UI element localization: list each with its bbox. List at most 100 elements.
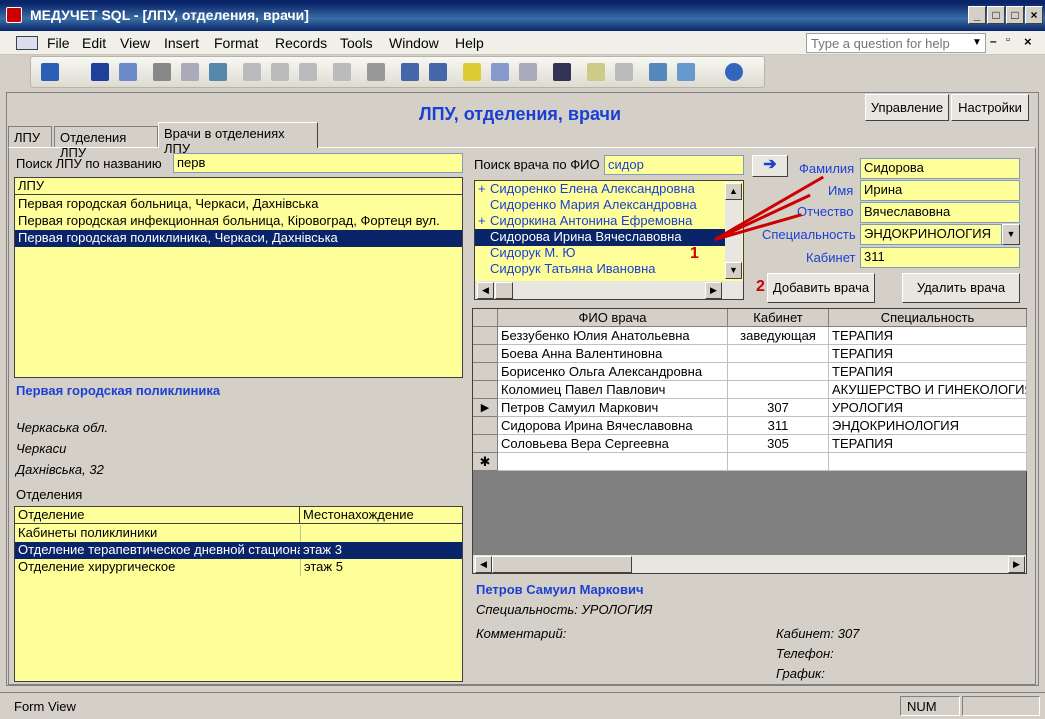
chevron-down-icon[interactable]: ▼: [972, 37, 982, 48]
menu-edit[interactable]: Edit: [82, 35, 106, 51]
app-icon[interactable]: [6, 7, 22, 23]
row-selector[interactable]: [473, 435, 498, 453]
undo-icon[interactable]: [333, 63, 351, 81]
patronymic-field[interactable]: Вячеславовна: [860, 202, 1020, 223]
table-cell-cabinet[interactable]: 311: [728, 417, 829, 435]
menu-insert[interactable]: Insert: [164, 35, 199, 51]
scroll-down-button[interactable]: ▼: [725, 262, 742, 279]
row-selector[interactable]: [473, 381, 498, 399]
paste-icon[interactable]: [299, 63, 317, 81]
table-row[interactable]: Соловьева Вера Сергеевна: [498, 435, 728, 453]
table-row[interactable]: Петров Самуил Маркович: [498, 399, 728, 417]
table-row-new[interactable]: [498, 453, 728, 471]
departments-col-location[interactable]: Местонахождение: [300, 507, 462, 524]
table-cell-cabinet[interactable]: [728, 381, 829, 399]
table-cell-specialty[interactable]: [829, 453, 1027, 471]
apply-filter-icon[interactable]: [519, 63, 537, 81]
filter-by-form-icon[interactable]: [491, 63, 509, 81]
name-field[interactable]: Ирина: [860, 180, 1020, 201]
current-record-icon[interactable]: ▶: [473, 399, 498, 417]
row-selector[interactable]: [473, 345, 498, 363]
search-db-icon[interactable]: [119, 63, 137, 81]
list-item[interactable]: Кабинеты поликлиники: [15, 525, 300, 542]
help-icon[interactable]: [725, 63, 743, 81]
row-selector[interactable]: [473, 363, 498, 381]
list-item[interactable]: Первая городская поликлиника, Черкаси, Д…: [15, 230, 462, 247]
table-cell-cabinet[interactable]: [728, 453, 829, 471]
row-selector[interactable]: [473, 327, 498, 345]
hyperlink-icon[interactable]: [367, 63, 385, 81]
menu-window[interactable]: Window: [389, 35, 439, 51]
properties-icon[interactable]: [649, 63, 667, 81]
lpu-search-input[interactable]: перв: [173, 153, 463, 173]
new-record-icon[interactable]: ✱: [473, 453, 498, 471]
arrow-right-icon[interactable]: ➔: [752, 155, 788, 177]
minimize-button[interactable]: _: [968, 6, 986, 24]
copy-icon[interactable]: [271, 63, 289, 81]
form-icon[interactable]: [16, 36, 38, 50]
list-item-location[interactable]: этаж 5: [300, 559, 462, 576]
cabinet-field[interactable]: 311: [860, 247, 1020, 268]
scroll-left-button[interactable]: ◀: [477, 282, 494, 299]
list-item[interactable]: + Сидоркина Антонина Ефремовна: [475, 213, 725, 230]
specialty-select[interactable]: ЭНДОКРИНОЛОГИЯ: [860, 224, 1002, 245]
table-row[interactable]: Сидорова Ирина Вячеславовна: [498, 417, 728, 435]
list-item[interactable]: Первая городская больница, Черкаси, Дахн…: [15, 196, 462, 213]
close-button[interactable]: ×: [1025, 6, 1043, 24]
scroll-thumb[interactable]: [495, 282, 513, 299]
table-cell-specialty[interactable]: ТЕРАПИЯ: [829, 435, 1027, 453]
sort-ascending-icon[interactable]: [401, 63, 419, 81]
new-object-icon[interactable]: [677, 63, 695, 81]
find-icon[interactable]: [553, 63, 571, 81]
doctor-search-input[interactable]: сидор: [604, 155, 744, 175]
list-item-location[interactable]: этаж 3: [300, 542, 462, 559]
table-cell-cabinet[interactable]: заведующая: [728, 327, 829, 345]
menu-tools[interactable]: Tools: [340, 35, 373, 51]
list-item[interactable]: Сидоренко Мария Александровна: [475, 197, 725, 214]
table-row[interactable]: Боева Анна Валентиновна: [498, 345, 728, 363]
lpu-list[interactable]: ЛПУ Первая городская больница, Черкаси, …: [14, 177, 463, 378]
table-cell-specialty[interactable]: АКУШЕРСТВО И ГИНЕКОЛОГИЯ: [829, 381, 1027, 399]
filter-by-selection-icon[interactable]: [463, 63, 481, 81]
list-item-location[interactable]: [300, 525, 462, 542]
row-selector[interactable]: [473, 417, 498, 435]
save-icon[interactable]: [91, 63, 109, 81]
help-search-input[interactable]: [806, 33, 986, 53]
add-doctor-button[interactable]: Добавить врача: [767, 273, 875, 303]
view-icon[interactable]: [41, 63, 59, 81]
departments-list[interactable]: Отделение Местонахождение Кабинеты полик…: [14, 506, 463, 682]
doc-minimize-icon[interactable]: –: [990, 34, 997, 48]
tab-lpu[interactable]: ЛПУ: [8, 126, 52, 148]
table-cell-specialty[interactable]: ТЕРАПИЯ: [829, 363, 1027, 381]
table-cell-cabinet[interactable]: [728, 363, 829, 381]
menu-help[interactable]: Help: [455, 35, 484, 51]
scroll-right-button[interactable]: ▶: [705, 282, 722, 299]
table-row[interactable]: Борисенко Ольга Александровна: [498, 363, 728, 381]
new-record-icon[interactable]: [587, 63, 605, 81]
grid-corner[interactable]: [473, 309, 498, 327]
table-cell-specialty[interactable]: ТЕРАПИЯ: [829, 345, 1027, 363]
maximize-button[interactable]: □: [1006, 6, 1024, 24]
table-cell-specialty[interactable]: ТЕРАПИЯ: [829, 327, 1027, 345]
list-item[interactable]: Отделение хирургическое: [15, 559, 300, 576]
h-scrollbar[interactable]: [475, 281, 743, 299]
print-preview-icon[interactable]: [181, 63, 199, 81]
doctors-grid[interactable]: ФИО врача Кабинет Специальность Беззубен…: [472, 308, 1027, 574]
sort-descending-icon[interactable]: [429, 63, 447, 81]
restore-button[interactable]: □: [987, 6, 1005, 24]
grid-col-fio[interactable]: ФИО врача: [498, 309, 728, 327]
table-row[interactable]: Коломиец Павел Павлович: [498, 381, 728, 399]
menu-view[interactable]: View: [120, 35, 150, 51]
list-item[interactable]: Первая городская инфекционная больница, …: [15, 213, 462, 230]
spelling-icon[interactable]: [209, 63, 227, 81]
doc-close-icon[interactable]: ×: [1024, 34, 1032, 49]
list-item[interactable]: Сидорова Ирина Вячеславовна: [475, 229, 725, 246]
print-icon[interactable]: [153, 63, 171, 81]
delete-doctor-button[interactable]: Удалить врача: [902, 273, 1020, 303]
list-item[interactable]: Отделение терапевтическое дневной стацио…: [15, 542, 300, 559]
lpu-list-header[interactable]: ЛПУ: [15, 178, 462, 195]
cut-icon[interactable]: [243, 63, 261, 81]
table-cell-cabinet[interactable]: [728, 345, 829, 363]
list-item[interactable]: + Сидоренко Елена Александровна: [475, 181, 725, 198]
menu-format[interactable]: Format: [214, 35, 258, 51]
